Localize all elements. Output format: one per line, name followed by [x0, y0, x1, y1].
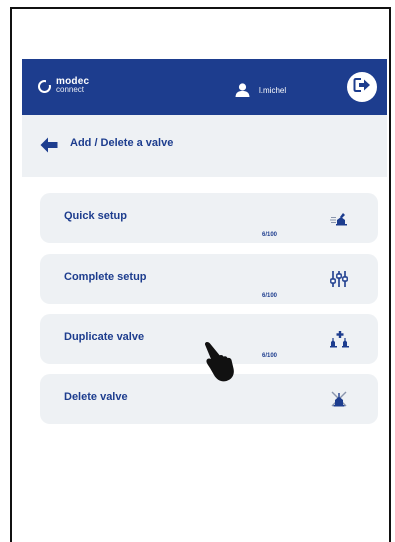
user-icon [235, 83, 250, 97]
pointing-hand-cursor-icon [198, 340, 243, 385]
quick-setup-button[interactable]: Quick setup 6/100 [40, 193, 378, 243]
logo-sub-text: connect [56, 85, 85, 94]
back-button[interactable] [40, 137, 58, 153]
delete-valve-icon [330, 390, 348, 408]
modec-connect-logo: modec connect [38, 77, 89, 94]
card-count: 6/100 [262, 232, 278, 238]
card-label: Duplicate valve [64, 331, 145, 343]
back-arrow-icon [40, 137, 58, 157]
quick-setup-icon [330, 209, 348, 227]
page-title: Add / Delete a valve [70, 137, 174, 149]
page-title-bar: Add / Delete a valve [22, 115, 387, 177]
app-header: modec connect l.michel [22, 59, 387, 115]
logo-ring-icon [38, 78, 52, 93]
username-label: l.michel [259, 85, 287, 95]
card-count: 6/100 [262, 353, 278, 359]
logout-button[interactable] [347, 72, 377, 102]
user-info: l.michel [235, 83, 286, 97]
card-label: Delete valve [64, 391, 128, 403]
sliders-icon [330, 270, 348, 288]
logout-icon [353, 77, 371, 98]
complete-setup-button[interactable]: Complete setup 6/100 [40, 254, 378, 304]
card-label: Complete setup [64, 271, 147, 283]
duplicate-valve-icon [330, 330, 349, 348]
app-screen: modec connect l.michel Add / Delete a va… [22, 59, 387, 542]
card-label: Quick setup [64, 210, 127, 222]
card-count: 6/100 [262, 293, 278, 299]
